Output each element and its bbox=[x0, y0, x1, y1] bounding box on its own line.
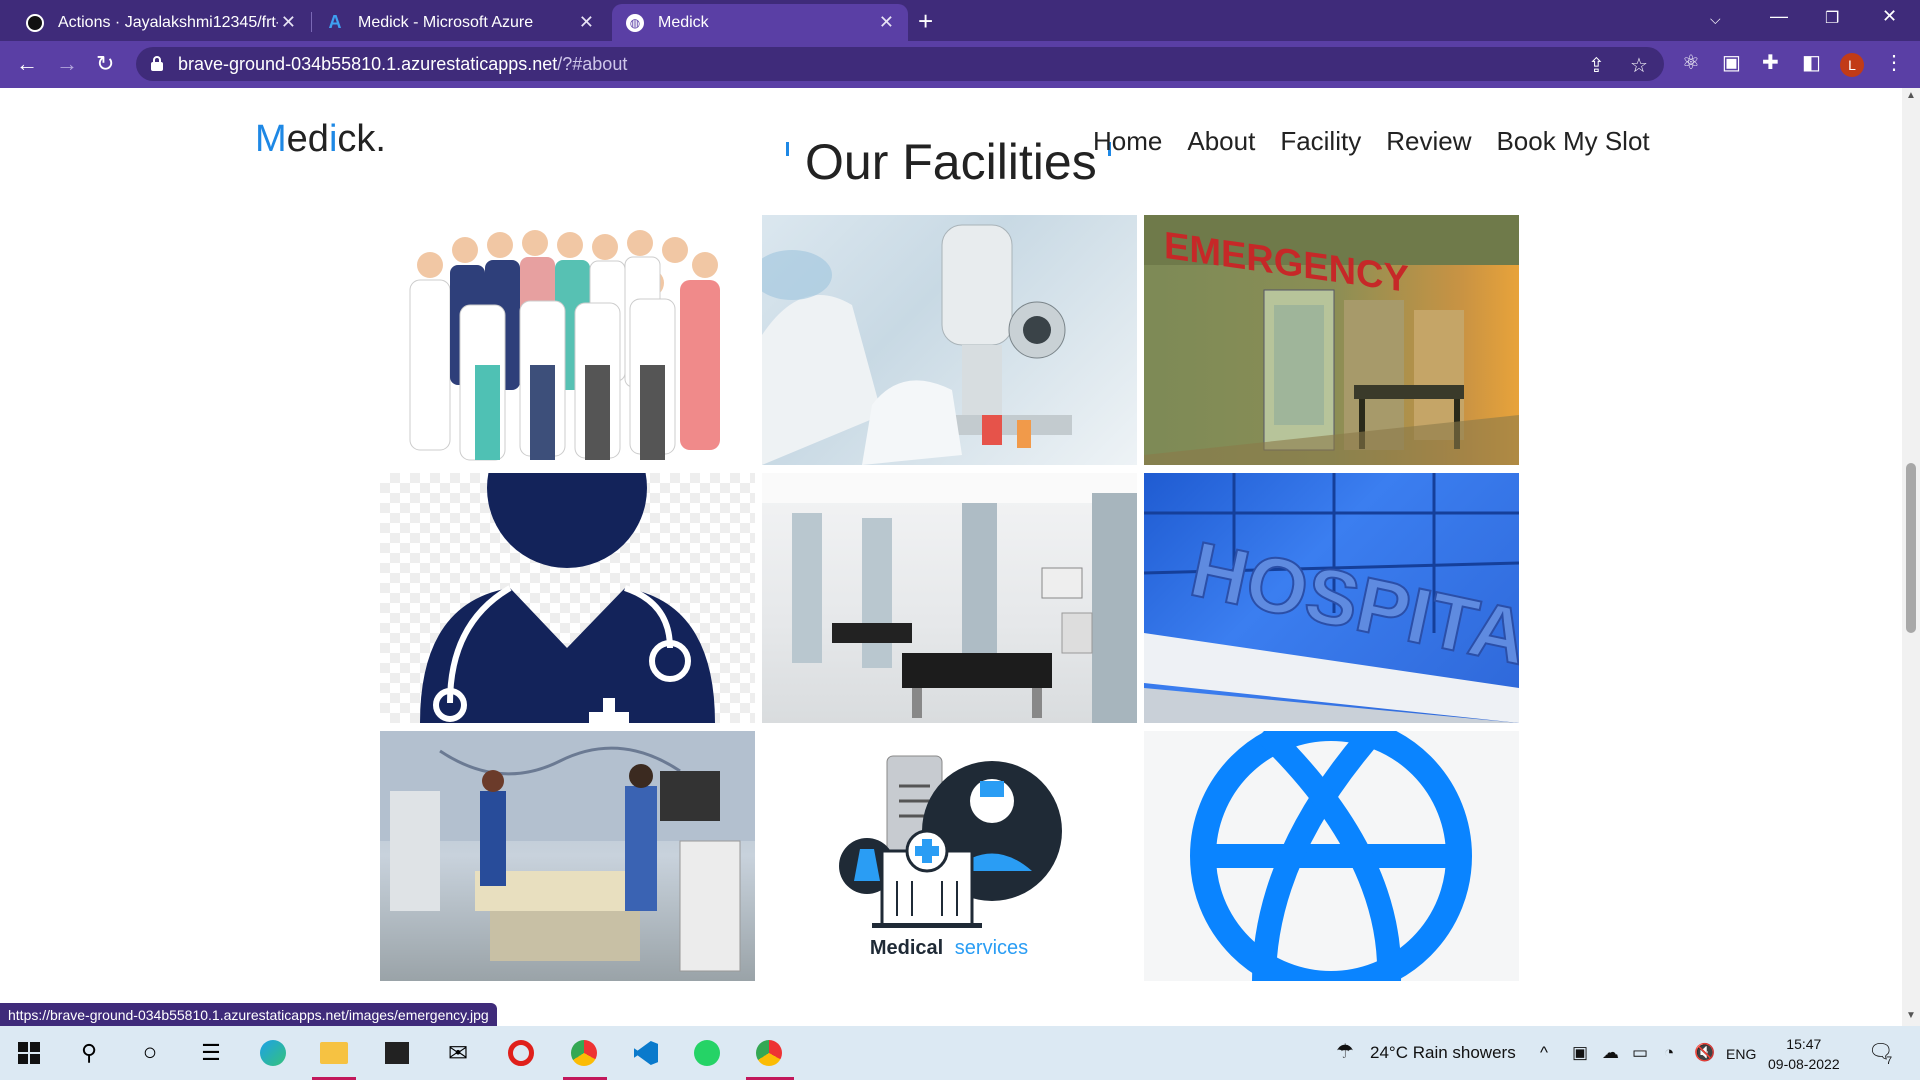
mail-icon[interactable]: ✉ bbox=[441, 1036, 475, 1070]
logo-text-end: ck. bbox=[337, 118, 386, 160]
medical-services-image[interactable]: Medical services bbox=[762, 731, 1137, 981]
cortana-icon[interactable]: ○ bbox=[133, 1036, 167, 1070]
forward-button[interactable]: → bbox=[56, 51, 78, 77]
search-icon[interactable]: ⚲ bbox=[72, 1036, 106, 1070]
page-scrollbar[interactable]: ▲ ▼ bbox=[1902, 88, 1920, 1026]
avatar[interactable]: L bbox=[1840, 53, 1864, 77]
puzzle-icon[interactable]: ✚ bbox=[1762, 50, 1779, 75]
nav-home[interactable]: Home bbox=[1093, 126, 1162, 157]
share-icon[interactable]: ⇪ bbox=[1588, 53, 1605, 78]
minimize-button[interactable]: — bbox=[1770, 6, 1788, 27]
address-bar[interactable]: brave-ground-034b55810.1.azurestaticapps… bbox=[136, 47, 1664, 81]
icu-room-image[interactable] bbox=[380, 731, 755, 981]
tab-github-actions[interactable]: Actions · Jayalakshmi12345/frt-p ✕ bbox=[12, 4, 310, 41]
file-explorer-icon[interactable] bbox=[317, 1036, 351, 1070]
tab-search-icon[interactable]: ⌵ bbox=[1710, 11, 1721, 28]
restore-button[interactable]: ❐ bbox=[1825, 8, 1839, 28]
globe-image[interactable] bbox=[1144, 731, 1519, 981]
url-host: brave-ground-034b55810.1.azurestaticapps… bbox=[178, 54, 558, 74]
scrollbar-thumb[interactable] bbox=[1906, 463, 1916, 633]
tab-strip: Actions · Jayalakshmi12345/frt-p ✕ A Med… bbox=[0, 0, 1920, 41]
hospital-sign-image[interactable]: HOSPITAL bbox=[1144, 473, 1519, 723]
menu-icon[interactable]: ⋮ bbox=[1884, 50, 1904, 75]
close-icon[interactable]: ✕ bbox=[579, 12, 594, 33]
chrome-icon[interactable] bbox=[567, 1036, 601, 1070]
close-window-button[interactable]: ✕ bbox=[1882, 6, 1897, 27]
windows-start-icon[interactable] bbox=[12, 1036, 46, 1070]
doctor-silhouette-image[interactable] bbox=[380, 473, 755, 723]
main-nav: Home About Facility Review Book My Slot bbox=[1093, 126, 1650, 157]
nav-facility[interactable]: Facility bbox=[1280, 126, 1361, 157]
laboratory-microscope-image[interactable] bbox=[762, 215, 1137, 465]
cloud-icon[interactable]: ☁ bbox=[1602, 1043, 1619, 1063]
medical-label: Medical bbox=[870, 937, 943, 959]
close-icon[interactable]: ✕ bbox=[281, 12, 296, 33]
globe-icon: ◍ bbox=[626, 13, 644, 32]
whatsapp-icon[interactable] bbox=[690, 1036, 724, 1070]
url-path: /?#about bbox=[557, 54, 628, 74]
tab-title: Medick - Microsoft Azure bbox=[358, 13, 534, 31]
lock-icon bbox=[151, 56, 163, 71]
github-icon bbox=[26, 13, 44, 32]
wifi-icon[interactable]: ◔ bbox=[1664, 1043, 1674, 1063]
bookmark-star-icon[interactable]: ☆ bbox=[1630, 53, 1648, 78]
nav-review[interactable]: Review bbox=[1386, 126, 1471, 157]
emergency-ward-image[interactable]: EMERGENCY bbox=[1144, 215, 1519, 465]
new-tab-button[interactable]: + bbox=[918, 6, 933, 37]
scroll-up-icon[interactable]: ▲ bbox=[1906, 90, 1916, 101]
url-text: brave-ground-034b55810.1.azurestaticapps… bbox=[178, 54, 627, 75]
back-button[interactable]: ← bbox=[16, 51, 38, 77]
tab-title: Medick bbox=[658, 13, 709, 31]
scroll-down-icon[interactable]: ▼ bbox=[1906, 1010, 1916, 1021]
nav-book-my-slot[interactable]: Book My Slot bbox=[1496, 126, 1649, 157]
battery-icon[interactable]: ▭ bbox=[1632, 1043, 1648, 1063]
notification-count: 7 bbox=[1886, 1055, 1893, 1067]
logo-text: ed bbox=[286, 118, 329, 160]
meet-icon[interactable]: ▣ bbox=[1572, 1043, 1588, 1063]
close-icon[interactable]: ✕ bbox=[879, 12, 894, 33]
link-status-bubble: https://brave-ground-034b55810.1.azurest… bbox=[0, 1003, 497, 1028]
react-devtools-icon[interactable]: ⚛ bbox=[1682, 50, 1700, 75]
tab-azure[interactable]: A Medick - Microsoft Azure ✕ bbox=[312, 4, 608, 41]
clock[interactable]: 15:47 09-08-2022 bbox=[1768, 1034, 1840, 1074]
clock-date: 09-08-2022 bbox=[1768, 1056, 1840, 1072]
hospital-ward-beds-image[interactable] bbox=[762, 473, 1137, 723]
vscode-icon[interactable] bbox=[629, 1036, 663, 1070]
toolbar: ← → ↻ brave-ground-034b55810.1.azurestat… bbox=[0, 41, 1920, 88]
tab-title: Actions · Jayalakshmi12345/frt-p bbox=[58, 13, 278, 31]
edge-icon[interactable] bbox=[256, 1036, 290, 1070]
language-indicator[interactable]: ENG bbox=[1726, 1046, 1756, 1062]
volume-muted-icon[interactable]: 🔇 bbox=[1694, 1043, 1715, 1063]
weather-icon: ☂ bbox=[1336, 1041, 1354, 1063]
site-logo[interactable]: Medick. bbox=[255, 118, 386, 161]
side-panel-icon[interactable]: ◧ bbox=[1802, 50, 1821, 75]
opera-icon[interactable] bbox=[504, 1036, 538, 1070]
azure-icon: A bbox=[328, 12, 342, 32]
doctors-team-image[interactable] bbox=[380, 215, 755, 465]
task-view-icon[interactable]: ☰ bbox=[194, 1036, 228, 1070]
section-title: Our Facilities bbox=[805, 134, 1097, 190]
svg-text:Medical services: Medical services bbox=[870, 937, 1028, 959]
logo-letter-m: M bbox=[255, 118, 287, 160]
title-accent bbox=[786, 142, 789, 156]
services-label: services bbox=[955, 937, 1028, 959]
tab-medick[interactable]: ◍ Medick ✕ bbox=[612, 4, 908, 41]
nav-about[interactable]: About bbox=[1187, 126, 1255, 157]
chrome-profile-icon[interactable] bbox=[752, 1036, 786, 1070]
chevron-up-icon[interactable]: ^ bbox=[1540, 1043, 1548, 1063]
store-icon[interactable] bbox=[380, 1036, 414, 1070]
page-viewport: Medick. Our Facilities Home About Facili… bbox=[0, 88, 1902, 1026]
clock-time: 15:47 bbox=[1786, 1036, 1822, 1052]
reload-button[interactable]: ↻ bbox=[96, 51, 114, 77]
windows-taskbar: ⚲ ○ ☰ ✉ ☂ 24°C Rain showers ^ ▣ ☁ ▭ ◔ 🔇 … bbox=[0, 1026, 1920, 1080]
facilities-grid: EMERGENCY HOSPITAL Medical services bbox=[380, 215, 1520, 981]
weather-text[interactable]: 24°C Rain showers bbox=[1370, 1043, 1516, 1063]
extension-icon[interactable]: ▣ bbox=[1722, 50, 1741, 75]
